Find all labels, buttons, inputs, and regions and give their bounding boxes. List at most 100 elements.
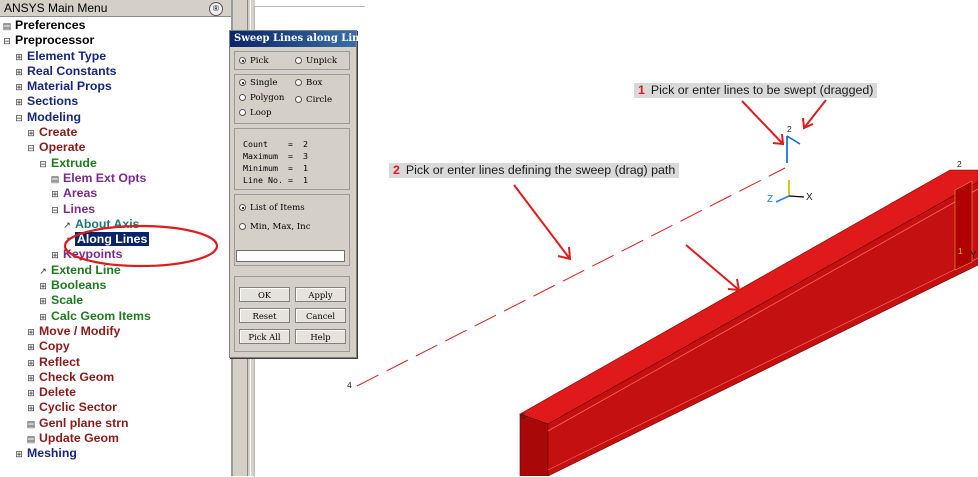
- menu-item-extend-line[interactable]: ↗ Extend Line: [0, 263, 231, 278]
- expand-node-icon[interactable]: ⊞: [38, 310, 48, 325]
- collapse-node-icon[interactable]: ⊟: [38, 157, 48, 172]
- collapse-menu-icon[interactable]: ®: [209, 2, 223, 16]
- pick-entry-input[interactable]: [236, 250, 345, 262]
- help-button[interactable]: Help: [295, 329, 346, 344]
- menu-item-lines[interactable]: ⊟ Lines: [0, 202, 231, 217]
- expand-node-icon[interactable]: ⊞: [38, 279, 48, 294]
- min-max-inc-radio[interactable]: Min, Max, Inc: [239, 222, 311, 233]
- pick-mode-group: Pick Unpick: [234, 51, 350, 70]
- menu-item-check-geom[interactable]: ⊞ Check Geom: [0, 370, 231, 385]
- beam-long-face[interactable]: [547, 181, 978, 476]
- list-of-items-radio[interactable]: List of Items: [239, 203, 305, 214]
- pick-radio[interactable]: Pick: [239, 56, 269, 67]
- menu-item-about-axis[interactable]: ↗ About Axis: [0, 217, 231, 232]
- beam-side-face[interactable]: [519, 413, 549, 476]
- main-menu-title-text: ANSYS Main Menu: [4, 1, 108, 15]
- collapse-node-icon[interactable]: ⊟: [26, 141, 36, 156]
- menu-item-delete[interactable]: ⊞ Delete: [0, 385, 231, 400]
- apply-button[interactable]: Apply: [295, 287, 346, 302]
- picked-line-symbol[interactable]: [786, 135, 801, 163]
- pick-arrow-icon[interactable]: ↗: [62, 218, 72, 233]
- sweep-path-line[interactable]: [356, 167, 786, 387]
- loop-radio[interactable]: Loop: [239, 108, 272, 119]
- menu-item-cyclic-sector[interactable]: ⊞ Cyclic Sector: [0, 400, 231, 415]
- pick-status-group: Count = 2 Maximum = 3 Minimum = 1 Line N…: [234, 128, 350, 190]
- menu-item-areas[interactable]: ⊞ Areas: [0, 186, 231, 201]
- expand-node-icon[interactable]: ⊞: [26, 371, 36, 386]
- single-radio[interactable]: Single: [239, 78, 278, 89]
- expand-node-icon[interactable]: ⊞: [50, 187, 60, 202]
- sweep-lines-dialog: Sweep Lines along Lines Pick Unpick Sing…: [229, 30, 371, 358]
- menu-item-create[interactable]: ⊞ Create: [0, 125, 231, 140]
- menu-item-genl-plane-strn[interactable]: ▤ Genl plane strn: [0, 416, 231, 431]
- box-radio-icon: [295, 79, 302, 86]
- pick-arrow-icon[interactable]: ↗: [38, 264, 48, 279]
- leaf-item-icon[interactable]: ▤: [50, 172, 60, 187]
- expand-node-icon[interactable]: ⊞: [26, 325, 36, 340]
- menu-item-copy[interactable]: ⊞ Copy: [0, 339, 231, 354]
- expand-node-icon[interactable]: ⊞: [14, 50, 24, 65]
- menu-item-label: Scale: [51, 293, 84, 308]
- collapse-node-icon[interactable]: ⊟: [14, 111, 24, 126]
- main-menu-title: ANSYS Main Menu ®: [0, 0, 231, 17]
- expand-node-icon[interactable]: ⊞: [26, 356, 36, 371]
- menu-item-modeling[interactable]: ⊟ Modeling: [0, 110, 231, 125]
- leaf-item-icon[interactable]: ▤: [26, 417, 36, 432]
- expand-node-icon[interactable]: ⊞: [38, 294, 48, 309]
- menu-item-label: Move / Modify: [39, 323, 121, 338]
- coordinate-triad: [775, 180, 805, 203]
- menu-item-reflect[interactable]: ⊞ Reflect: [0, 355, 231, 370]
- node-label-1: 1: [958, 246, 963, 256]
- menu-item-preprocessor[interactable]: ⊟ Preprocessor: [0, 33, 231, 48]
- expand-node-icon[interactable]: ⊞: [14, 80, 24, 95]
- menu-item-real-constants[interactable]: ⊞ Real Constants: [0, 64, 231, 79]
- menu-item-label: Copy: [39, 339, 70, 354]
- menu-item-operate[interactable]: ⊟ Operate: [0, 140, 231, 155]
- beam-top-face[interactable]: [519, 169, 978, 425]
- menu-item-preferences[interactable]: ▤ Preferences: [0, 18, 231, 33]
- menu-item-move-modify[interactable]: ⊞ Move / Modify: [0, 324, 231, 339]
- menu-item-update-geom[interactable]: ▤ Update Geom: [0, 431, 231, 446]
- menu-item-along-lines[interactable]: ↗ Along Lines: [0, 232, 231, 247]
- polygon-radio[interactable]: Polygon: [239, 93, 284, 104]
- menu-item-sections[interactable]: ⊞ Sections: [0, 94, 231, 109]
- expand-node-icon[interactable]: ⊞: [26, 126, 36, 141]
- menu-item-elem-ext-opts[interactable]: ▤ Elem Ext Opts: [0, 171, 231, 186]
- cancel-button[interactable]: Cancel: [295, 308, 346, 323]
- expand-node-icon[interactable]: ⊞: [26, 386, 36, 401]
- unpick-radio[interactable]: Unpick: [295, 56, 337, 67]
- menu-item-label: Preferences: [15, 18, 86, 32]
- expand-node-icon[interactable]: ⊞: [50, 248, 60, 263]
- menu-item-booleans[interactable]: ⊞ Booleans: [0, 278, 231, 293]
- expand-node-icon[interactable]: ⊞: [14, 65, 24, 80]
- circle-radio[interactable]: Circle: [295, 95, 332, 106]
- menu-item-element-type[interactable]: ⊞ Element Type: [0, 49, 231, 64]
- x-axis-label: X: [806, 192, 813, 203]
- menu-item-material-props[interactable]: ⊞ Material Props: [0, 79, 231, 94]
- menu-item-meshing[interactable]: ⊞ Meshing: [0, 446, 231, 461]
- menu-item-calc-geom-items[interactable]: ⊞ Calc Geom Items: [0, 309, 231, 324]
- count-readout: Count = 2: [243, 139, 308, 149]
- menu-item-extrude[interactable]: ⊟ Extrude: [0, 156, 231, 171]
- expand-node-icon[interactable]: ⊞: [14, 447, 24, 462]
- menu-item-scale[interactable]: ⊞ Scale: [0, 293, 231, 308]
- collapse-node-icon[interactable]: ⊟: [50, 203, 60, 218]
- box-radio[interactable]: Box: [295, 78, 322, 89]
- arrow-callout-1b: [802, 99, 827, 130]
- menu-item-label: Calc Geom Items: [51, 308, 151, 323]
- reset-button[interactable]: Reset: [239, 308, 290, 323]
- line-number-readout: Line No. = 1: [243, 175, 308, 185]
- expand-node-icon[interactable]: ⊞: [26, 401, 36, 416]
- pick-all-button[interactable]: Pick All: [239, 329, 290, 344]
- leaf-item-icon[interactable]: ▤: [2, 19, 12, 34]
- expand-node-icon[interactable]: ⊞: [14, 95, 24, 110]
- leaf-item-icon[interactable]: ▤: [26, 432, 36, 447]
- ok-button[interactable]: OK: [239, 287, 290, 302]
- main-menu-panel: ANSYS Main Menu ® ▤ Preferences ⊟ Preproces…: [0, 0, 232, 476]
- pick-arrow-icon[interactable]: ↗: [62, 233, 72, 248]
- menu-tree: ▤ Preferences ⊟ Preprocessor ⊞ Element Type ⊞ R…: [0, 18, 231, 462]
- menu-item-label: Genl plane strn: [39, 415, 129, 430]
- menu-item-keypoints[interactable]: ⊞ Keypoints: [0, 247, 231, 262]
- expand-node-icon[interactable]: ⊞: [26, 340, 36, 355]
- collapse-node-icon[interactable]: ⊟: [2, 34, 12, 49]
